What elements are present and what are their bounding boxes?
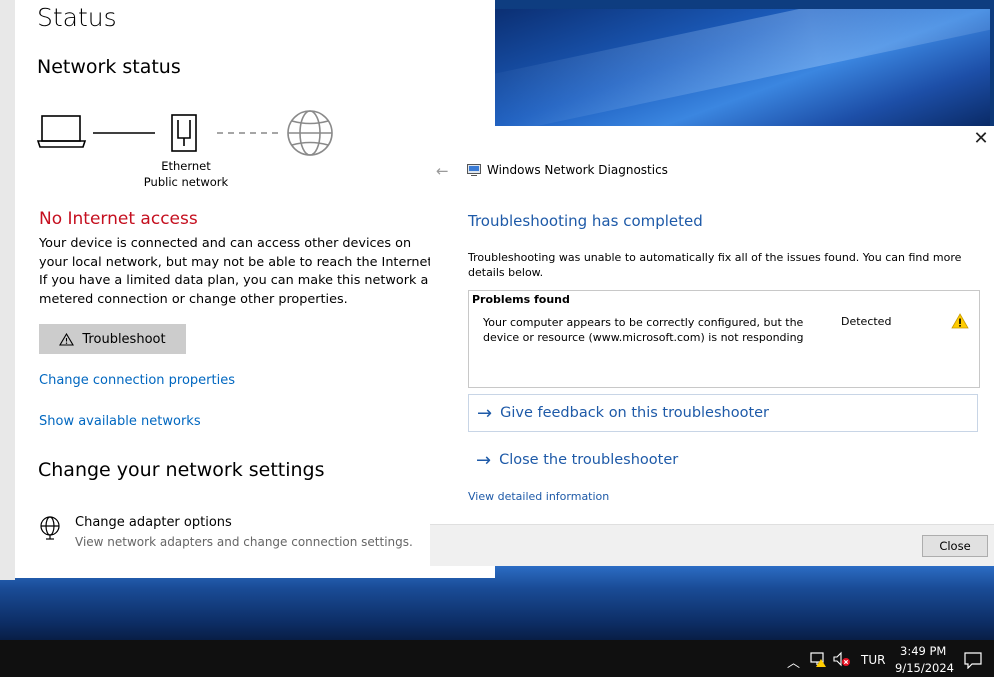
problem-description[interactable]: Your computer appears to be correctly co… [483,315,833,345]
volume-muted-icon[interactable] [833,651,851,667]
status-heading: No Internet access [39,209,198,229]
warning-outline-icon [59,332,75,346]
ethernet-icon [171,114,197,152]
view-detailed-information-link[interactable]: View detailed information [468,490,609,503]
globe-icon [287,110,333,156]
network-diagnostics-icon [467,164,481,176]
close-troubleshooter-label: Close the troubleshooter [499,452,679,468]
network-diagram-graphic [36,110,333,156]
globe-computer-icon [40,516,60,540]
language-indicator[interactable]: TUR [861,653,885,667]
clock-date[interactable]: 9/15/2024 [895,661,954,675]
back-arrow-icon[interactable]: ← [436,162,449,180]
status-description: Your device is connected and can access … [39,236,437,307]
adapter-options-link[interactable]: Change adapter options [75,515,232,530]
taskbar: ︿ TUR 3:49 PM 9/15/2024 [0,640,994,677]
network-diagnostics-dialog: ✕ ← Windows Network Diagnostics Troubles… [430,126,994,566]
problem-status: Detected [841,315,892,328]
problems-found-panel: Problems found Your computer appears to … [468,290,980,388]
window-edge [0,0,15,580]
give-feedback-link[interactable]: → Give feedback on this troubleshooter [468,394,978,432]
network-profile-label: Public network [143,175,229,189]
close-icon[interactable]: ✕ [972,130,990,148]
dialog-heading: Troubleshooting has completed [468,212,703,230]
warning-icon [951,313,969,329]
notification-icon[interactable] [963,651,983,669]
change-connection-properties-link[interactable]: Change connection properties [39,373,235,388]
problems-found-title: Problems found [472,293,570,306]
adapter-options-description: View network adapters and change connect… [75,535,413,549]
give-feedback-label: Give feedback on this troubleshooter [500,405,770,421]
network-diagram: Ethernet Public network [36,108,347,198]
close-troubleshooter-link[interactable]: → Close the troubleshooter [468,441,978,479]
close-button[interactable]: Close [922,535,988,557]
network-warning-icon[interactable] [809,651,827,667]
wallpaper-top [495,9,990,126]
settings-window: Status Network status Ethernet Public ne… [15,0,495,578]
troubleshoot-button[interactable]: Troubleshoot [39,324,186,354]
connection-type-label: Ethernet [161,159,211,173]
dialog-message: Troubleshooting was unable to automatica… [468,251,962,279]
chevron-up-icon[interactable]: ︿ [787,652,800,671]
laptop-icon [36,115,87,148]
arrow-right-icon: → [476,449,492,471]
page-title: Status [37,3,117,32]
network-status-title: Network status [37,56,181,78]
arrow-right-icon: → [477,402,493,424]
show-available-networks-link[interactable]: Show available networks [39,414,201,429]
dialog-footer: Close [430,524,994,566]
dialog-title: Windows Network Diagnostics [487,163,668,177]
clock-time[interactable]: 3:49 PM [900,644,946,658]
change-network-settings-title: Change your network settings [38,459,325,481]
wallpaper-ray [495,9,990,126]
troubleshoot-label: Troubleshoot [82,331,166,347]
